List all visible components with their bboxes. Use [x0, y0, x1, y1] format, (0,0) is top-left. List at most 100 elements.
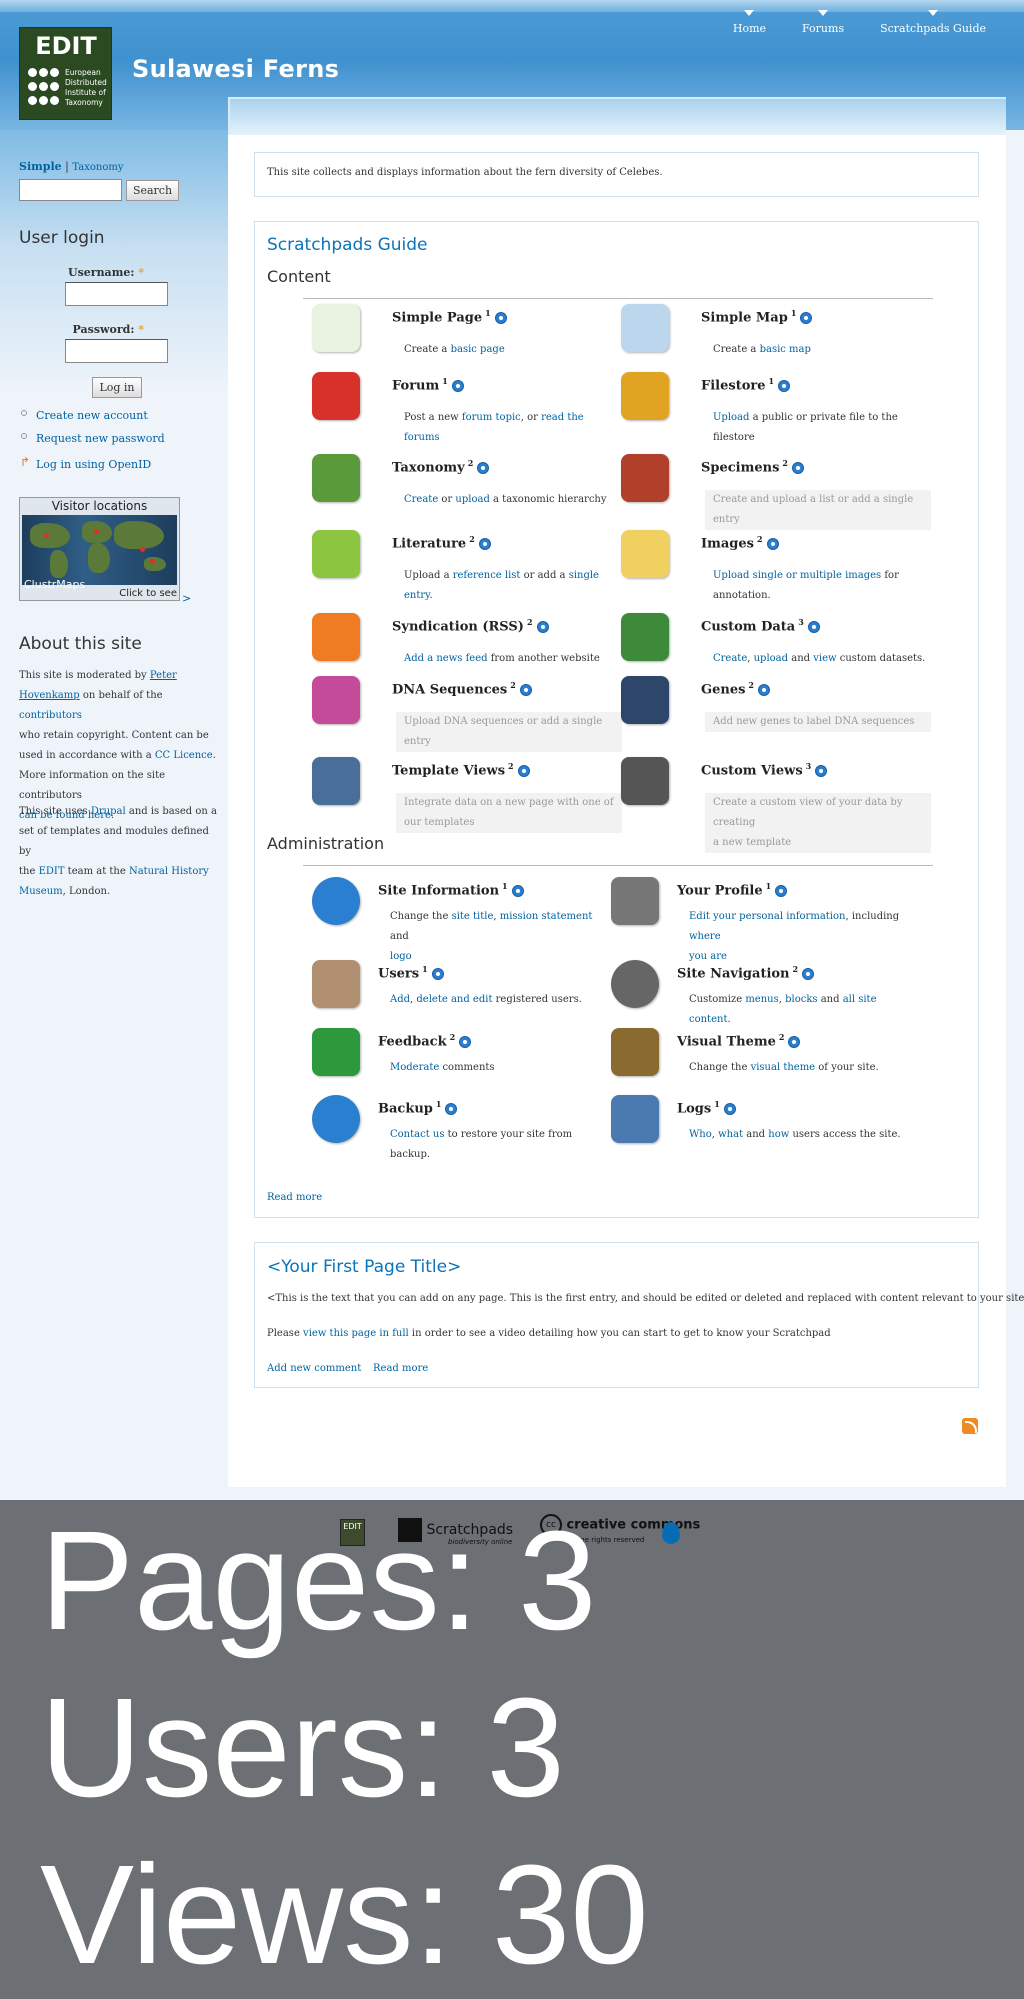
- guide-item-link[interactable]: menus: [745, 994, 778, 1005]
- filestore-icon[interactable]: [615, 368, 673, 424]
- guide-item-name[interactable]: Syndication (RSS) 2: [392, 617, 549, 634]
- zoom-icon[interactable]: [778, 379, 791, 392]
- search-tab-simple[interactable]: Simple: [19, 160, 62, 173]
- guide-item-link[interactable]: how: [768, 1129, 789, 1140]
- zoom-icon[interactable]: [519, 683, 532, 696]
- guide-item-link[interactable]: mission statement: [500, 911, 593, 922]
- guide-item-name[interactable]: Template Views 2: [392, 761, 530, 778]
- search-tab-taxonomy[interactable]: Taxonomy: [72, 162, 123, 173]
- guide-item-link[interactable]: visual theme: [751, 1062, 816, 1073]
- guide-item-link[interactable]: upload: [455, 494, 489, 505]
- zoom-icon[interactable]: [511, 884, 524, 897]
- guide-item-name[interactable]: Taxonomy 2: [392, 458, 490, 475]
- backup-icon[interactable]: [306, 1091, 364, 1147]
- nav-scratchpads-guide[interactable]: Scratchpads Guide: [862, 10, 1004, 35]
- guide-item-link[interactable]: Upload single or multiple images: [713, 570, 881, 581]
- guide-item-link[interactable]: upload: [754, 653, 788, 664]
- rss-feed-icon[interactable]: [306, 609, 364, 665]
- guide-item-link[interactable]: where: [689, 931, 721, 942]
- view-page-link[interactable]: view this page in full: [303, 1328, 409, 1339]
- guide-item-name[interactable]: Users 1: [378, 964, 444, 981]
- guide-item-name[interactable]: Images 2: [701, 534, 779, 551]
- search-input[interactable]: [19, 179, 122, 201]
- guide-item-link[interactable]: basic page: [451, 344, 505, 355]
- guide-item-link[interactable]: site title: [452, 911, 494, 922]
- guide-item-link[interactable]: Edit your personal information: [689, 911, 845, 922]
- guide-item-name[interactable]: Specimens 2: [701, 458, 804, 475]
- moderator-link[interactable]: Peter: [150, 670, 177, 681]
- guide-item-link[interactable]: blocks: [785, 994, 817, 1005]
- guide-item-link[interactable]: single: [569, 570, 599, 581]
- first-page-read-more-link[interactable]: Read more: [373, 1363, 428, 1374]
- guide-item-name[interactable]: Visual Theme 2: [677, 1032, 801, 1049]
- zoom-icon[interactable]: [459, 1035, 472, 1048]
- zoom-icon[interactable]: [815, 764, 828, 777]
- guide-item-name[interactable]: Simple Map 1: [701, 308, 813, 325]
- feedback-icon[interactable]: [306, 1024, 364, 1080]
- first-page-title[interactable]: <Your First Page Title>: [267, 1257, 461, 1277]
- zoom-icon[interactable]: [723, 1102, 736, 1115]
- template-views-icon[interactable]: [306, 753, 364, 809]
- guide-item-name[interactable]: Site Information 1: [378, 881, 524, 898]
- info-icon[interactable]: [306, 873, 364, 929]
- guide-item-link[interactable]: forum topic: [462, 412, 521, 423]
- guide-item-name[interactable]: Your Profile 1: [677, 881, 788, 898]
- zoom-icon[interactable]: [431, 967, 444, 980]
- guide-item-link[interactable]: read the: [541, 412, 584, 423]
- zoom-icon[interactable]: [494, 311, 507, 324]
- password-field[interactable]: [65, 339, 168, 363]
- guide-item-name[interactable]: Custom Data 3: [701, 617, 820, 634]
- nav-home[interactable]: Home: [715, 10, 784, 35]
- guide-item-name[interactable]: Site Navigation 2: [677, 964, 815, 981]
- guide-item-name[interactable]: DNA Sequences 2: [392, 680, 532, 697]
- guide-item-link[interactable]: what: [718, 1129, 743, 1140]
- guide-item-link[interactable]: Moderate: [390, 1062, 439, 1073]
- zoom-icon[interactable]: [766, 537, 779, 550]
- request-password-link[interactable]: Request new password: [36, 432, 165, 445]
- nhm-link[interactable]: Natural History: [129, 866, 209, 877]
- guide-title[interactable]: Scratchpads Guide: [267, 235, 428, 255]
- custom-data-icon[interactable]: [615, 609, 673, 665]
- login-button[interactable]: Log in: [92, 377, 142, 398]
- zoom-icon[interactable]: [807, 620, 820, 633]
- guide-item-link[interactable]: Who: [689, 1129, 712, 1140]
- edit-link[interactable]: EDIT: [39, 866, 65, 877]
- zoom-icon[interactable]: [788, 1035, 801, 1048]
- zoom-icon[interactable]: [478, 537, 491, 550]
- openid-login-link[interactable]: Log in using OpenID: [36, 458, 151, 471]
- forum-icon[interactable]: [306, 368, 364, 424]
- zoom-icon[interactable]: [477, 461, 490, 474]
- specimens-icon[interactable]: [615, 450, 673, 506]
- zoom-icon[interactable]: [536, 620, 549, 633]
- guide-item-name[interactable]: Feedback 2: [378, 1032, 472, 1049]
- moderator-link[interactable]: Hovenkamp: [19, 690, 80, 701]
- guide-item-name[interactable]: Genes 2: [701, 680, 770, 697]
- username-field[interactable]: [65, 282, 168, 306]
- guide-item-link[interactable]: view: [813, 653, 836, 664]
- guide-item-link[interactable]: basic map: [760, 344, 811, 355]
- zoom-icon[interactable]: [791, 461, 804, 474]
- zoom-icon[interactable]: [445, 1102, 458, 1115]
- edit-logo[interactable]: EDIT European Distributed Institute of T…: [19, 27, 112, 120]
- guide-item-name[interactable]: Literature 2: [392, 534, 491, 551]
- compass-icon[interactable]: [605, 956, 663, 1012]
- guide-item-link[interactable]: Contact us: [390, 1129, 444, 1140]
- visitor-map-arrow-link[interactable]: >: [182, 592, 191, 605]
- cc-licence-link[interactable]: CC Licence: [155, 750, 213, 761]
- genes-icon[interactable]: [615, 672, 673, 728]
- zoom-icon[interactable]: [775, 884, 788, 897]
- zoom-icon[interactable]: [451, 379, 464, 392]
- guide-read-more-link[interactable]: Read more: [267, 1192, 322, 1203]
- zoom-icon[interactable]: [758, 683, 770, 696]
- add-comment-link[interactable]: Add new comment: [267, 1363, 361, 1374]
- guide-item-name[interactable]: Forum 1: [392, 376, 464, 393]
- search-button[interactable]: Search: [126, 180, 179, 201]
- theme-icon[interactable]: [605, 1024, 663, 1080]
- guide-item-link[interactable]: entry: [404, 590, 429, 601]
- guide-item-name[interactable]: Simple Page 1: [392, 308, 507, 325]
- guide-item-link[interactable]: you are: [689, 951, 727, 962]
- guide-item-name[interactable]: Filestore 1: [701, 376, 791, 393]
- profile-icon[interactable]: [605, 873, 663, 929]
- guide-item-name[interactable]: Logs 1: [677, 1099, 736, 1116]
- create-account-link[interactable]: Create new account: [36, 409, 148, 422]
